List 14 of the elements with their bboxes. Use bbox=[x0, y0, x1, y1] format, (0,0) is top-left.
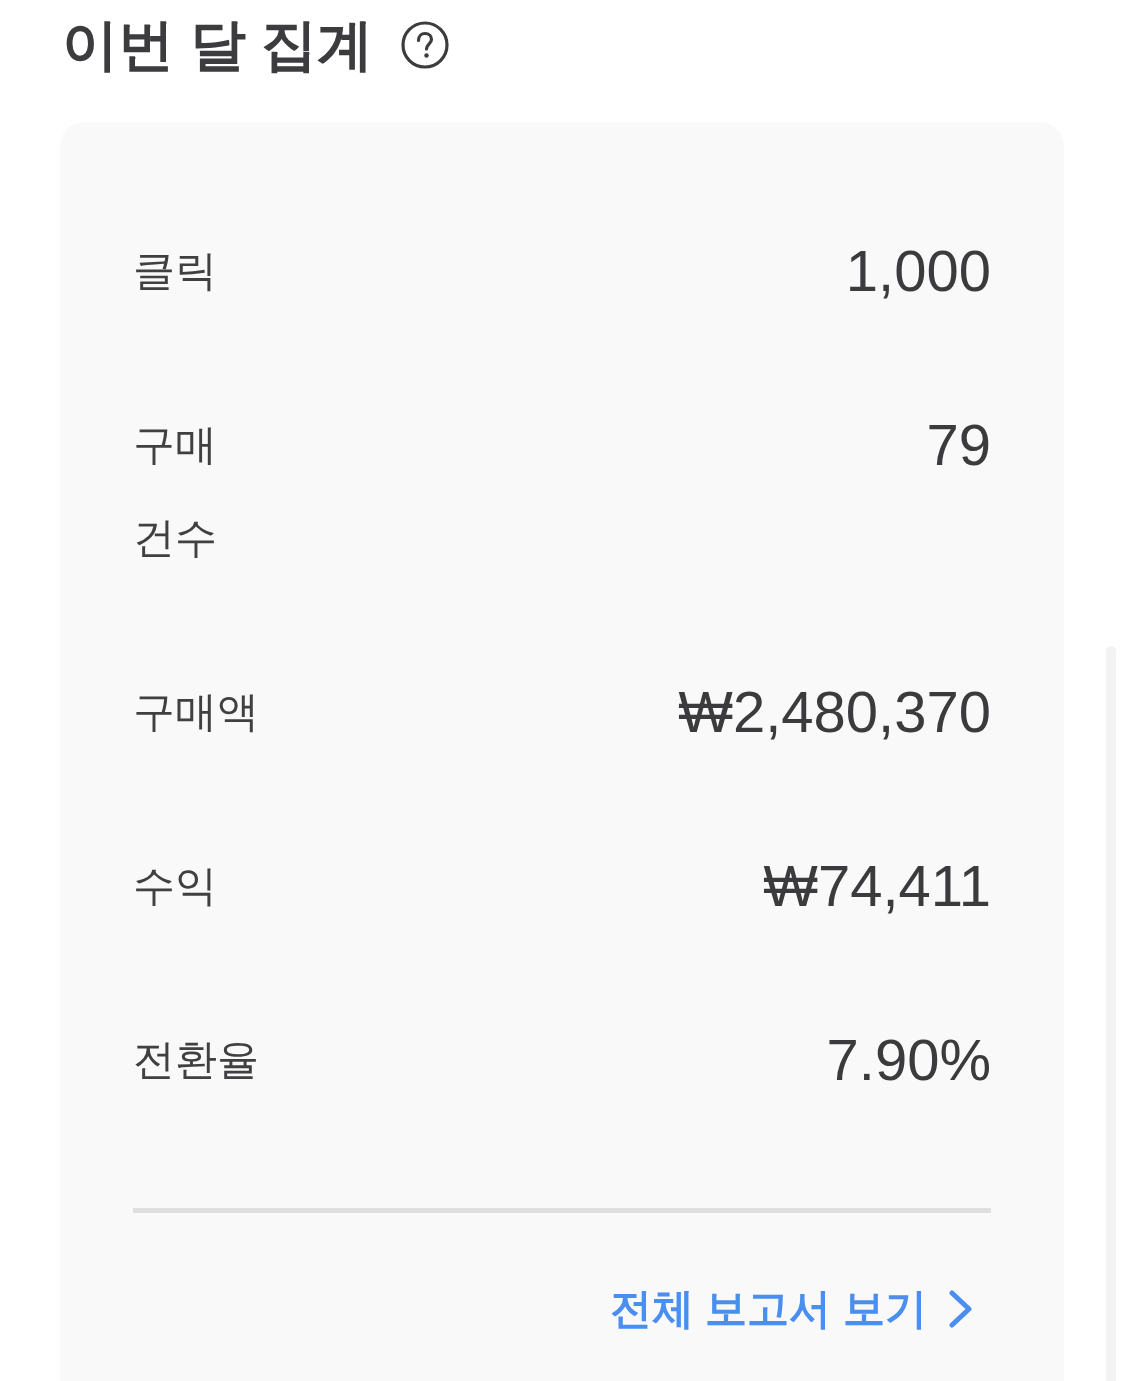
metric-label: 전환율 bbox=[133, 1035, 259, 1085]
section-title: 이번 달 집계 bbox=[62, 16, 374, 74]
chevron-right-icon bbox=[949, 1290, 973, 1328]
metric-label: 클릭 bbox=[133, 246, 217, 296]
metric-value: 79 bbox=[926, 411, 991, 479]
metric-value: 1,000 bbox=[845, 237, 991, 305]
metric-value: 7.90% bbox=[826, 1026, 991, 1094]
help-icon[interactable] bbox=[401, 21, 450, 69]
metric-label: 수익 bbox=[133, 861, 217, 911]
metric-value: ₩2,480,370 bbox=[678, 678, 991, 746]
metric-label: 구매 건수 bbox=[133, 420, 218, 563]
metric-label: 구매액 bbox=[133, 687, 259, 737]
full-report-link[interactable]: 전체 보고서 보기 bbox=[609, 1279, 973, 1339]
metric-value: ₩74,411 bbox=[763, 852, 991, 920]
